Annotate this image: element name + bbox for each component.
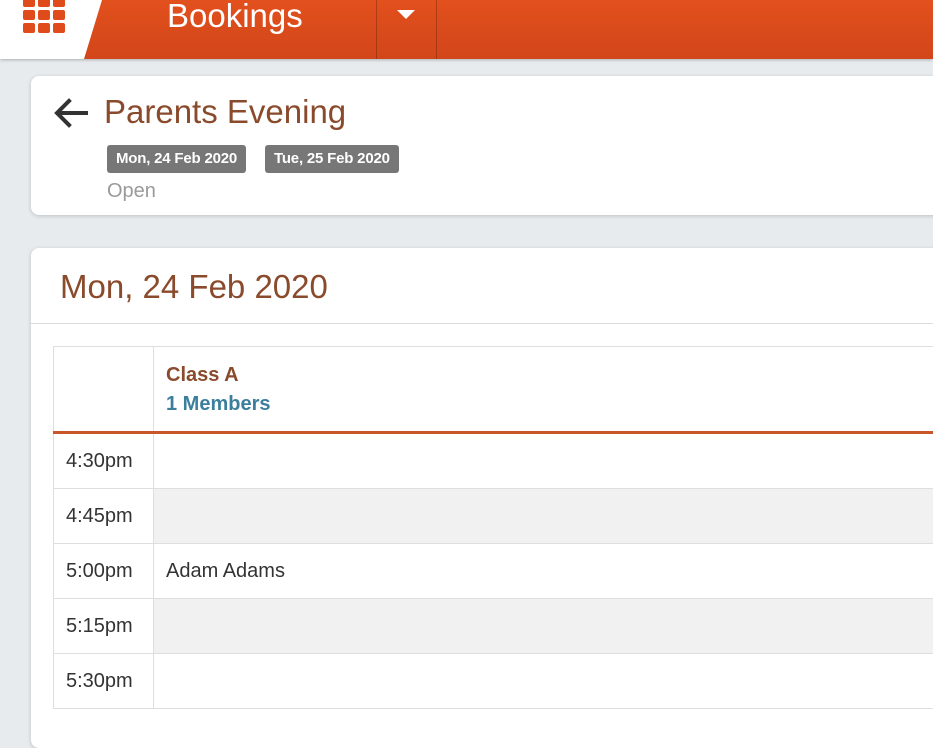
table-row: 5:30pm: [54, 654, 933, 709]
day-schedule-card: Mon, 24 Feb 2020 Class A 1 Members 4:30p…: [31, 248, 933, 748]
top-bar: Bookings: [0, 0, 933, 59]
slot-cell[interactable]: Adam Adams: [154, 544, 933, 599]
slot-cell[interactable]: [154, 433, 933, 489]
time-cell: 4:30pm: [54, 433, 154, 489]
chevron-down-icon[interactable]: [397, 10, 415, 19]
app-title: Bookings: [167, 0, 303, 40]
class-members-link[interactable]: 1 Members: [166, 393, 933, 416]
date-chip-tue[interactable]: Tue, 25 Feb 2020: [265, 145, 399, 173]
time-cell: 5:30pm: [54, 654, 154, 709]
table-row: 4:30pm: [54, 433, 933, 489]
divider: [31, 323, 933, 324]
time-cell: 5:15pm: [54, 599, 154, 654]
arrow-left-icon[interactable]: [52, 96, 90, 130]
app-dropdown-button[interactable]: [377, 0, 436, 59]
time-column-header: [54, 347, 154, 433]
date-chip-mon[interactable]: Mon, 24 Feb 2020: [107, 145, 246, 173]
divider: [436, 0, 437, 59]
time-cell: 5:00pm: [54, 544, 154, 599]
class-column-header: Class A 1 Members: [154, 347, 933, 433]
table-row: 5:00pm Adam Adams: [54, 544, 933, 599]
page-title: Parents Evening: [104, 93, 346, 131]
event-header-card: Parents Evening Mon, 24 Feb 2020 Tue, 25…: [31, 76, 933, 215]
slot-cell[interactable]: [154, 654, 933, 709]
class-name: Class A: [166, 364, 933, 387]
table-row: 4:45pm: [54, 489, 933, 544]
back-button[interactable]: [52, 96, 90, 130]
time-cell: 4:45pm: [54, 489, 154, 544]
grid-icon[interactable]: [23, 0, 67, 29]
schedule-table: Class A 1 Members 4:30pm 4:45pm 5:00pm A…: [53, 346, 933, 709]
day-title: Mon, 24 Feb 2020: [60, 268, 328, 306]
slot-cell[interactable]: [154, 489, 933, 544]
table-row: 5:15pm: [54, 599, 933, 654]
status-text: Open: [107, 180, 156, 203]
slot-cell[interactable]: [154, 599, 933, 654]
table-header-row: Class A 1 Members: [54, 347, 933, 433]
app-launcher-tile[interactable]: [0, 0, 102, 59]
